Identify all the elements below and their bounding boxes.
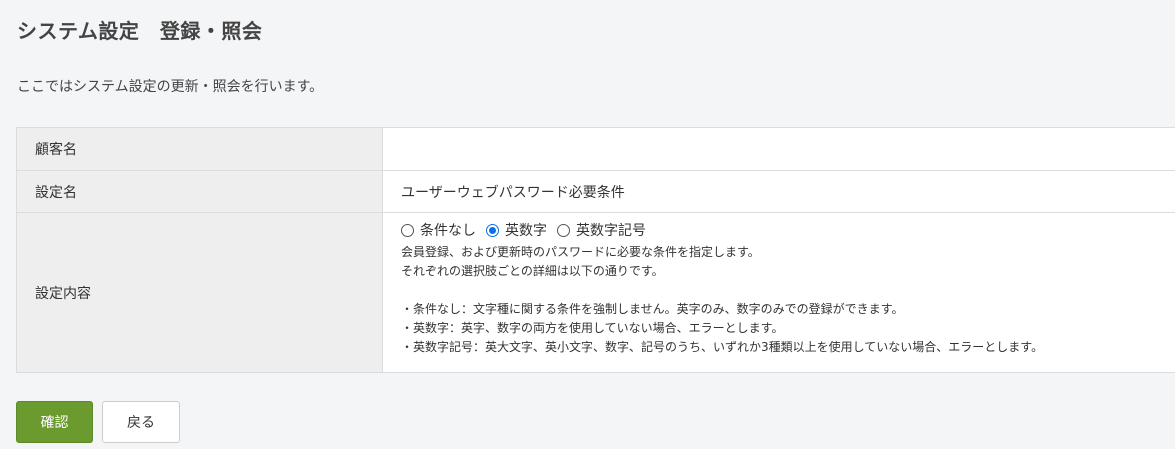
- detail-line-alphanumeric-symbol: ・英数字記号：英大文字、英小文字、数字、記号のうち、いずれか3種類以上を使用して…: [401, 340, 1044, 354]
- radio-button-alphanumeric-symbol[interactable]: [557, 223, 570, 237]
- radio-button-alphanumeric[interactable]: [486, 223, 499, 237]
- settings-table: 顧客名 設定名 ユーザーウェブパスワード必要条件 設定内容 条件なし 英数字 英…: [16, 127, 1175, 373]
- customer-name-label: 顧客名: [16, 127, 383, 171]
- help-line: 会員登録、および更新時のパスワードに必要な条件を指定します。: [401, 245, 760, 259]
- radio-option-none[interactable]: 条件なし: [401, 220, 476, 240]
- radio-label-alphanumeric-symbol: 英数字記号: [576, 223, 646, 239]
- help-text: 会員登録、および更新時のパスワードに必要な条件を指定します。 それぞれの選択肢ご…: [401, 243, 1175, 281]
- confirm-button[interactable]: 確認: [16, 401, 93, 443]
- customer-name-value: [382, 127, 1175, 171]
- help-line: それぞれの選択肢ごとの詳細は以下の通りです。: [401, 264, 664, 278]
- back-button[interactable]: 戻る: [102, 401, 180, 443]
- radio-option-alphanumeric-symbol[interactable]: 英数字記号: [557, 220, 646, 240]
- option-details: ・条件なし：文字種に関する条件を強制しません。英字のみ、数字のみでの登録ができま…: [401, 300, 1175, 357]
- radio-label-alphanumeric: 英数字: [505, 223, 547, 239]
- setting-content-label: 設定内容: [16, 212, 383, 373]
- setting-content-cell: 条件なし 英数字 英数字記号 会員登録、および更新時のパスワードに必要な条件を指…: [382, 212, 1175, 373]
- detail-line-none: ・条件なし：文字種に関する条件を強制しません。英字のみ、数字のみでの登録ができま…: [401, 302, 904, 316]
- detail-line-alphanumeric: ・英数字：英字、数字の両方を使用していない場合、エラーとします。: [401, 321, 784, 335]
- page-title: システム設定 登録・照会: [17, 19, 263, 43]
- password-condition-radio-group: 条件なし 英数字 英数字記号: [401, 221, 1175, 239]
- page-description: ここではシステム設定の更新・照会を行います。: [17, 79, 324, 95]
- radio-label-none: 条件なし: [420, 223, 476, 239]
- setting-name-value: ユーザーウェブパスワード必要条件: [382, 170, 1175, 213]
- setting-name-label: 設定名: [16, 170, 383, 213]
- table-row-setting-content: 設定内容 条件なし 英数字 英数字記号 会員登録、および更新時のパスワードに必要…: [16, 212, 1175, 373]
- radio-option-alphanumeric[interactable]: 英数字: [486, 220, 547, 240]
- table-row-customer: 顧客名: [16, 127, 1175, 171]
- radio-button-none[interactable]: [401, 223, 414, 237]
- table-row-setting-name: 設定名 ユーザーウェブパスワード必要条件: [16, 170, 1175, 213]
